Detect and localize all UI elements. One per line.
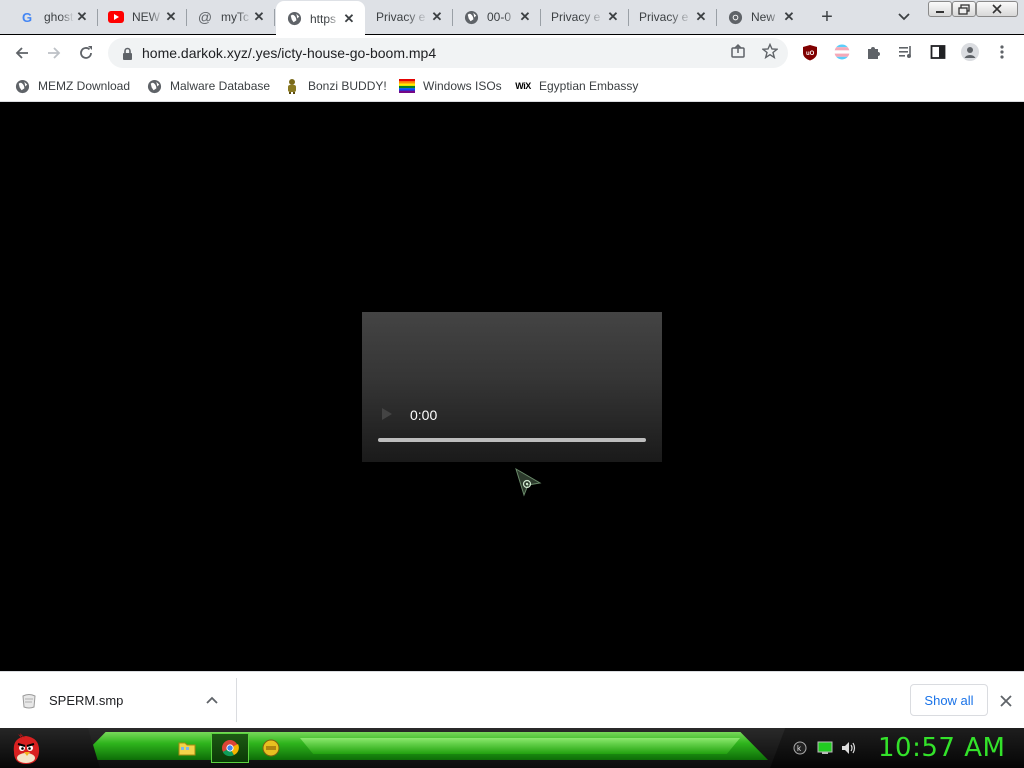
tab-title: myTc xyxy=(221,10,249,24)
share-icon[interactable] xyxy=(729,42,747,60)
volume-icon[interactable] xyxy=(841,740,857,756)
media-control-icon[interactable] xyxy=(897,43,915,61)
youtube-icon xyxy=(108,9,124,25)
close-icon[interactable]: ✕ xyxy=(429,9,445,25)
tab-8[interactable]: Privacy e ✕ xyxy=(629,0,717,34)
at-sign-icon: @ xyxy=(197,9,213,25)
bookmark-bonzi-buddy[interactable]: Bonzi BUDDY! xyxy=(284,76,387,96)
side-panel-icon[interactable] xyxy=(929,43,947,61)
bookmark-malware-database[interactable]: Malware Database xyxy=(146,76,270,96)
bookmark-label: Malware Database xyxy=(170,79,271,93)
tab-3[interactable]: @ myTc ✕ xyxy=(187,0,275,34)
bookmark-egyptian-embassy[interactable]: WiX Egyptian Embassy xyxy=(515,76,638,96)
svg-text:uO: uO xyxy=(806,51,815,57)
close-icon[interactable]: ✕ xyxy=(163,9,179,25)
close-icon[interactable]: ✕ xyxy=(693,9,709,25)
extensions-puzzle-icon[interactable] xyxy=(865,43,883,61)
taskbar-clock[interactable]: 10:57 AM xyxy=(878,733,1005,763)
close-icon[interactable]: ✕ xyxy=(517,9,533,25)
tab-search-chevron-icon[interactable] xyxy=(895,8,913,26)
chrome-icon xyxy=(222,740,239,757)
bookmark-label: MEMZ Download xyxy=(38,79,131,93)
network-monitor-icon[interactable] xyxy=(817,740,833,756)
restore-button[interactable] xyxy=(952,1,976,17)
bookmark-label: Bonzi BUDDY! xyxy=(308,79,387,93)
divider xyxy=(236,678,237,722)
mouse-cursor-icon xyxy=(515,467,542,497)
globe-icon xyxy=(146,78,162,94)
bookmark-memz-download[interactable]: MEMZ Download xyxy=(14,76,130,96)
reload-button[interactable] xyxy=(72,39,100,67)
taskbar-chrome[interactable] xyxy=(211,733,249,763)
taskbar-file-explorer[interactable] xyxy=(168,733,206,763)
taskbar-app-yellow[interactable] xyxy=(252,733,290,763)
video-progress-bar[interactable] xyxy=(378,438,646,442)
bookmarks-bar: MEMZ Download Malware Database Bonzi BUD… xyxy=(0,70,1024,102)
tab-7[interactable]: Privacy e ✕ xyxy=(541,0,629,34)
new-tab-button[interactable]: + xyxy=(815,6,839,28)
app-badge-icon xyxy=(262,739,280,757)
ublock-origin-icon[interactable]: uO xyxy=(801,43,819,61)
taskbar-band-highlight xyxy=(300,738,740,754)
globe-icon xyxy=(14,78,30,94)
video-player[interactable]: 0:00 xyxy=(362,312,662,462)
folder-icon xyxy=(178,742,196,756)
close-window-button[interactable] xyxy=(976,1,1018,17)
kebab-menu-icon[interactable] xyxy=(993,43,1011,61)
page-content: 0:00 xyxy=(0,103,1024,671)
play-icon[interactable] xyxy=(382,408,392,420)
tray-k-icon[interactable]: k xyxy=(792,740,808,756)
svg-text:G: G xyxy=(22,10,32,24)
tab-title: 00-0 xyxy=(487,10,512,24)
tab-title: Privacy e xyxy=(551,10,601,24)
bookmark-windows-isos[interactable]: Windows ISOs xyxy=(399,76,502,96)
tab-9[interactable]: New ✕ xyxy=(717,0,805,34)
tab-title: Privacy e xyxy=(376,10,426,24)
tab-title: https xyxy=(310,11,337,26)
bookmark-star-icon[interactable] xyxy=(761,42,779,60)
file-icon xyxy=(22,694,36,709)
globe-icon xyxy=(463,9,479,25)
close-icon[interactable]: ✕ xyxy=(781,9,797,25)
tab-6[interactable]: 00-0 ✕ xyxy=(453,0,541,34)
google-icon: G xyxy=(20,9,36,25)
show-all-button[interactable]: Show all xyxy=(910,684,988,716)
url-text[interactable]: home.darkok.xyz/.yes/icty-house-go-boom.… xyxy=(142,45,436,61)
tab-4-active[interactable]: https ✕ xyxy=(276,1,365,36)
trans-flag-icon[interactable] xyxy=(833,43,851,61)
chevron-up-icon[interactable] xyxy=(204,692,220,708)
lock-icon[interactable] xyxy=(120,46,134,60)
close-icon[interactable] xyxy=(996,691,1016,711)
tab-title: ghost xyxy=(44,10,74,24)
chrome-icon xyxy=(727,9,743,25)
close-icon[interactable]: ✕ xyxy=(605,9,621,25)
forward-button[interactable] xyxy=(40,39,68,67)
tab-title: Privacy e xyxy=(639,10,689,24)
tab-title: NEW xyxy=(132,10,160,24)
tab-2[interactable]: NEW ✕ xyxy=(98,0,187,34)
close-icon[interactable]: ✕ xyxy=(341,11,357,27)
address-bar[interactable]: home.darkok.xyz/.yes/icty-house-go-boom.… xyxy=(108,38,788,68)
bonzi-icon xyxy=(284,78,300,94)
download-filename[interactable]: SPERM.smp xyxy=(49,693,123,708)
taskbar: k 10:57 AM xyxy=(0,728,1024,768)
download-shelf: SPERM.smp Show all xyxy=(0,671,1024,728)
back-button[interactable] xyxy=(8,39,36,67)
bookmark-label: Windows ISOs xyxy=(423,79,502,93)
tab-title: New xyxy=(751,10,776,24)
close-icon[interactable]: ✕ xyxy=(251,9,267,25)
close-icon[interactable]: ✕ xyxy=(74,9,90,25)
browser-toolbar: home.darkok.xyz/.yes/icty-house-go-boom.… xyxy=(0,35,1024,70)
rainbow-flag-icon xyxy=(399,78,415,94)
tab-strip: G ghost ✕ NEW ✕ @ myTc ✕ https ✕ Privacy… xyxy=(0,0,1024,36)
bookmark-label: Egyptian Embassy xyxy=(539,79,639,93)
start-button-angry-bird-icon[interactable] xyxy=(8,730,44,766)
tab-1[interactable]: G ghost ✕ xyxy=(10,0,98,34)
video-time: 0:00 xyxy=(410,407,438,423)
minimize-button[interactable] xyxy=(928,1,952,17)
tab-5[interactable]: Privacy e ✕ xyxy=(366,0,453,34)
wix-icon: WiX xyxy=(515,81,531,91)
globe-icon xyxy=(286,11,302,27)
profile-avatar-icon[interactable] xyxy=(961,43,979,61)
